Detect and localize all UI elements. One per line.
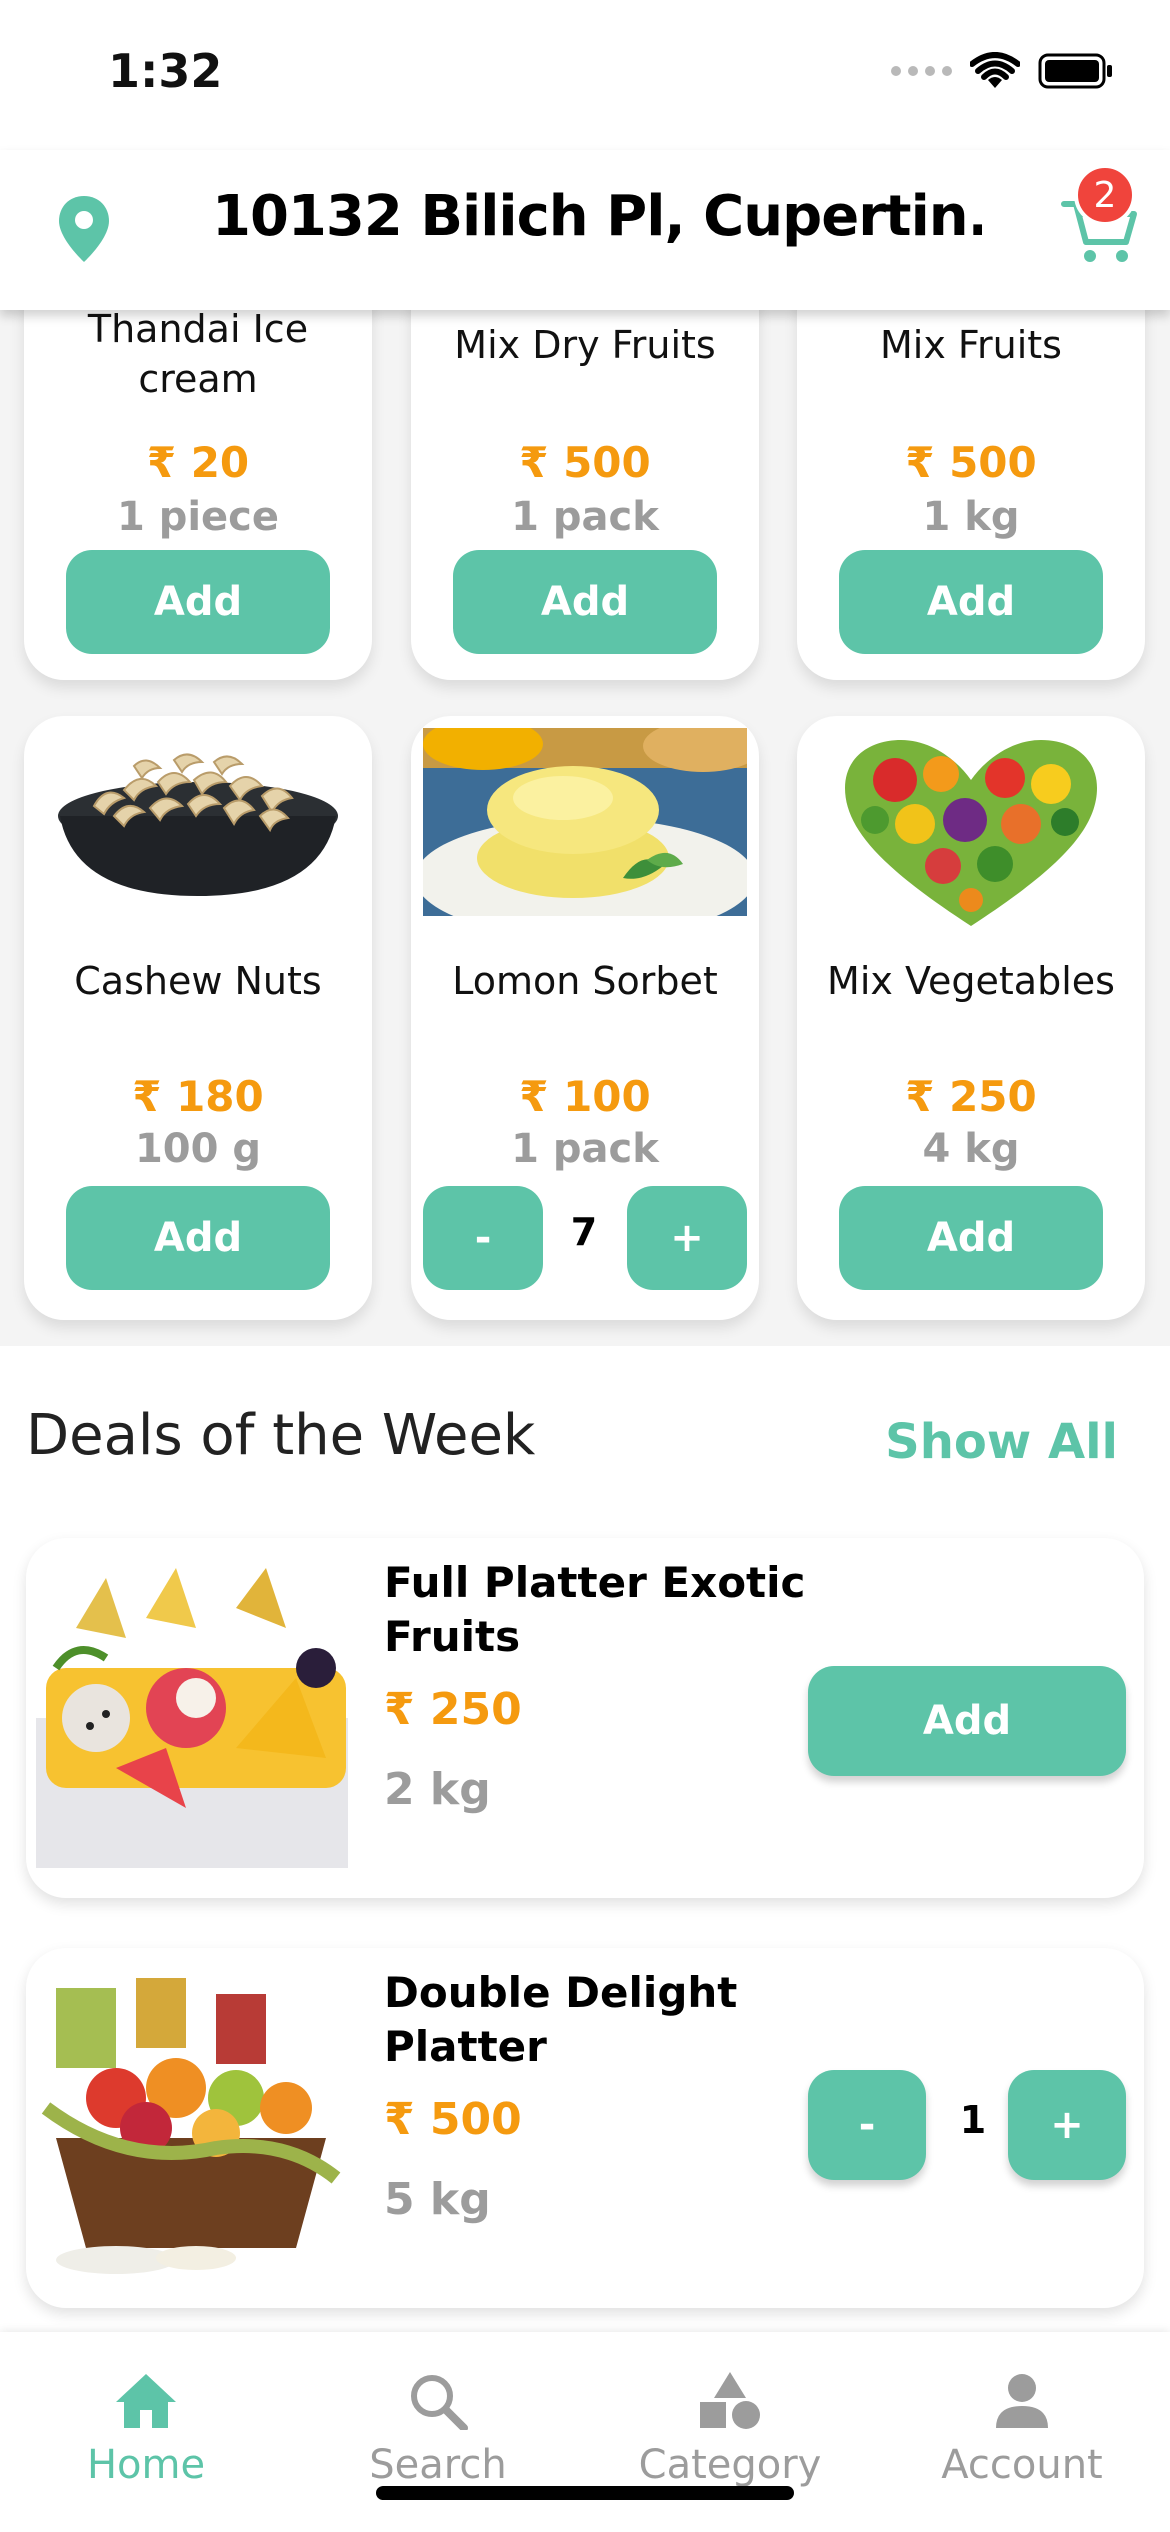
cashew-bowl-image — [58, 753, 338, 896]
product-price: ₹ 250 — [905, 1072, 1037, 1121]
add-button[interactable]: Add — [66, 550, 330, 654]
product-name: Mix Fruits — [880, 323, 1062, 367]
wifi-icon — [970, 52, 1020, 88]
product-name: Mix Vegetables — [827, 959, 1115, 1003]
product-unit: 1 kg — [922, 494, 1020, 540]
product-unit: 100 g — [134, 1126, 262, 1172]
signal-icon — [891, 66, 952, 76]
deal-card[interactable]: Double Delight Platter ₹ 500 5 kg - 1 + — [26, 1948, 1144, 2308]
product-name: Lomon Sorbet — [452, 959, 718, 1003]
product-price: ₹ 500 — [519, 438, 651, 487]
bottom-tab-bar: Home Search Category Account — [0, 2332, 1170, 2532]
increment-button[interactable]: + — [1008, 2070, 1126, 2180]
add-button[interactable]: Add — [839, 1186, 1103, 1290]
deal-price: ₹ 250 — [384, 1684, 522, 1735]
tab-label: Account — [941, 2442, 1103, 2488]
deal-name: Full Platter Exotic Fruits — [384, 1558, 806, 1661]
category-icon — [700, 2372, 760, 2429]
increment-button[interactable]: + — [627, 1186, 747, 1290]
exotic-fruit-platter-image — [36, 1568, 348, 1868]
product-unit: 1 pack — [511, 494, 659, 540]
deal-name: Double Delight Platter — [384, 1968, 738, 2071]
status-time: 1:32 — [108, 44, 223, 98]
product-unit: 1 pack — [511, 1126, 659, 1172]
battery-icon — [1038, 53, 1112, 89]
quantity-value: 7 — [570, 1210, 598, 1254]
fruit-basket-image — [36, 1978, 348, 2278]
delivery-address[interactable]: 10132 Bilich Pl, Cupertin... — [212, 184, 982, 249]
add-button[interactable]: Add — [839, 550, 1103, 654]
product-card[interactable]: Mix Fruits ₹ 500 1 kg Add — [797, 310, 1145, 680]
product-price: ₹ 20 — [146, 438, 250, 487]
deal-card[interactable]: Full Platter Exotic Fruits ₹ 250 2 kg Ad… — [26, 1538, 1144, 1898]
search-icon — [411, 2375, 468, 2432]
product-name: Mix Dry Fruits — [454, 323, 716, 367]
decrement-button[interactable]: - — [808, 2070, 926, 2180]
product-price: ₹ 500 — [905, 438, 1037, 487]
tab-search[interactable]: Search — [318, 2372, 558, 2488]
product-name: Cashew Nuts — [74, 959, 322, 1003]
account-icon — [996, 2374, 1048, 2428]
status-icons — [891, 52, 1114, 90]
home-indicator — [376, 2486, 794, 2500]
add-button[interactable]: Add — [808, 1666, 1126, 1776]
product-price: ₹ 180 — [132, 1072, 264, 1121]
tab-home[interactable]: Home — [26, 2372, 266, 2488]
tab-label: Home — [86, 2442, 206, 2488]
product-price: ₹ 100 — [519, 1072, 651, 1121]
tab-label: Search — [369, 2442, 507, 2488]
product-card[interactable]: Mix Vegetables ₹ 250 4 kg Add — [797, 716, 1145, 1320]
vegetable-heart-image — [845, 740, 1097, 926]
add-button[interactable]: Add — [66, 1186, 330, 1290]
add-button[interactable]: Add — [453, 550, 717, 654]
product-name: Thandai Ice cream — [87, 310, 309, 401]
tab-label: Category — [638, 2442, 822, 2488]
tab-category[interactable]: Category — [610, 2372, 850, 2488]
product-unit: 1 piece — [116, 494, 280, 540]
lemon-sorbet-image — [423, 728, 747, 916]
product-card[interactable]: Mix Dry Fruits ₹ 500 1 pack Add — [411, 310, 759, 680]
status-bar: 1:32 — [0, 0, 1170, 150]
deal-price: ₹ 500 — [384, 2094, 522, 2145]
quantity-value: 1 — [959, 2098, 987, 2142]
deal-unit: 5 kg — [384, 2174, 491, 2225]
cart-badge: 2 — [1074, 164, 1136, 226]
deal-unit: 2 kg — [384, 1764, 491, 1815]
product-card[interactable]: Cashew Nuts ₹ 180 100 g Add — [24, 716, 372, 1320]
app-bar: 10132 Bilich Pl, Cupertin... 2 — [0, 150, 1170, 310]
show-all-link[interactable]: Show All — [885, 1414, 1118, 1470]
location-pin-icon[interactable] — [56, 194, 112, 264]
decrement-button[interactable]: - — [423, 1186, 543, 1290]
tab-account[interactable]: Account — [902, 2372, 1142, 2488]
product-card[interactable]: Thandai Ice cream ₹ 20 1 piece Add — [24, 310, 372, 680]
product-card[interactable]: Lomon Sorbet ₹ 100 1 pack - 7 + — [411, 716, 759, 1320]
product-unit: 4 kg — [922, 1126, 1020, 1172]
deals-section-title: Deals of the Week — [26, 1403, 536, 1468]
home-icon — [116, 2374, 176, 2428]
